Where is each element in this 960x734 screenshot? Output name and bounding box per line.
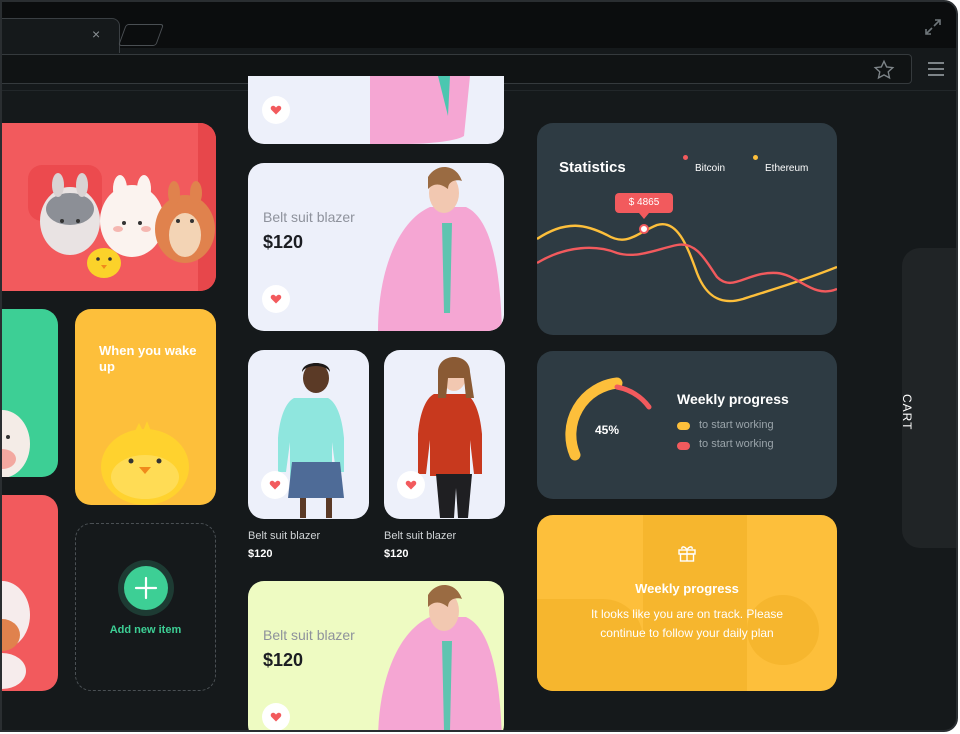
add-item-button[interactable] — [118, 560, 174, 616]
promo-card[interactable]: Weekly progress It looks like you are on… — [537, 515, 837, 691]
favorite-button[interactable] — [262, 285, 290, 313]
heart-icon — [270, 105, 282, 115]
product-name: Belt suit blazer — [384, 530, 457, 542]
menu-icon[interactable] — [928, 60, 944, 78]
progress-percent: 45% — [595, 423, 620, 437]
expand-icon[interactable] — [924, 18, 942, 36]
browser-window: × When you wake up Add new item Belt sui… — [0, 0, 958, 732]
gift-icon — [678, 546, 696, 562]
wake-up-card[interactable]: When you wake up — [75, 309, 216, 505]
close-icon[interactable]: × — [92, 26, 100, 42]
legend-pill-yellow — [677, 422, 690, 430]
product-price: $120 — [384, 548, 409, 560]
heart-icon — [270, 294, 282, 304]
plush-toy-image — [2, 581, 30, 689]
add-item-card[interactable]: Add new item — [75, 523, 216, 691]
favorite-button[interactable] — [261, 471, 289, 499]
product-price: $120 — [248, 548, 273, 560]
add-item-label: Add new item — [109, 624, 182, 636]
product-card-featured[interactable]: Belt suit blazer $120 — [248, 163, 504, 331]
statistics-card[interactable]: Statistics Bitcoin Ethereum $ 4865 — [537, 123, 837, 335]
favorite-button[interactable] — [262, 96, 290, 124]
toy-card-red[interactable] — [2, 123, 216, 291]
cart-label: CART — [900, 394, 914, 431]
heart-icon — [269, 480, 281, 490]
chart-marker — [639, 224, 649, 234]
gauge-yellow-arc — [565, 377, 623, 461]
new-tab-button[interactable] — [117, 24, 165, 46]
toy-card-red-small[interactable] — [2, 495, 58, 691]
star-icon[interactable] — [873, 59, 895, 81]
plus-icon — [134, 576, 158, 600]
product-card-bottom[interactable]: Belt suit blazer $120 — [248, 581, 504, 730]
add-button-circle — [124, 566, 168, 610]
weekly-progress-title: Weekly progress — [677, 391, 789, 407]
gauge-red-arc — [614, 384, 652, 410]
decor-block — [643, 515, 747, 691]
chick-toy-image — [101, 421, 189, 505]
product-card-small-2[interactable] — [384, 350, 505, 519]
promo-title: Weekly progress — [635, 581, 739, 596]
heart-icon — [405, 480, 417, 490]
tab-bar: × — [2, 2, 956, 53]
cart-tab[interactable]: CART — [900, 248, 956, 548]
toy-card-green[interactable] — [2, 309, 58, 477]
plush-toys-image — [40, 173, 215, 278]
legend-label: to start working — [699, 419, 774, 431]
product-card-small-1[interactable] — [248, 350, 369, 519]
legend-pill-red — [677, 442, 690, 450]
favorite-button[interactable] — [397, 471, 425, 499]
browser-tab[interactable] — [2, 18, 120, 53]
plush-toy-image — [2, 410, 30, 477]
favorite-button[interactable] — [262, 703, 290, 730]
legend-label: to start working — [699, 438, 774, 450]
statistics-line-chart — [537, 213, 837, 303]
heart-icon — [270, 712, 282, 722]
product-name: Belt suit blazer — [248, 530, 321, 542]
ethereum-line — [537, 222, 837, 303]
promo-text: It looks like you are on track. Please c… — [590, 607, 784, 640]
weekly-progress-card[interactable]: 45% Weekly progress to start working to … — [537, 351, 837, 499]
product-card-top[interactable] — [248, 76, 504, 144]
